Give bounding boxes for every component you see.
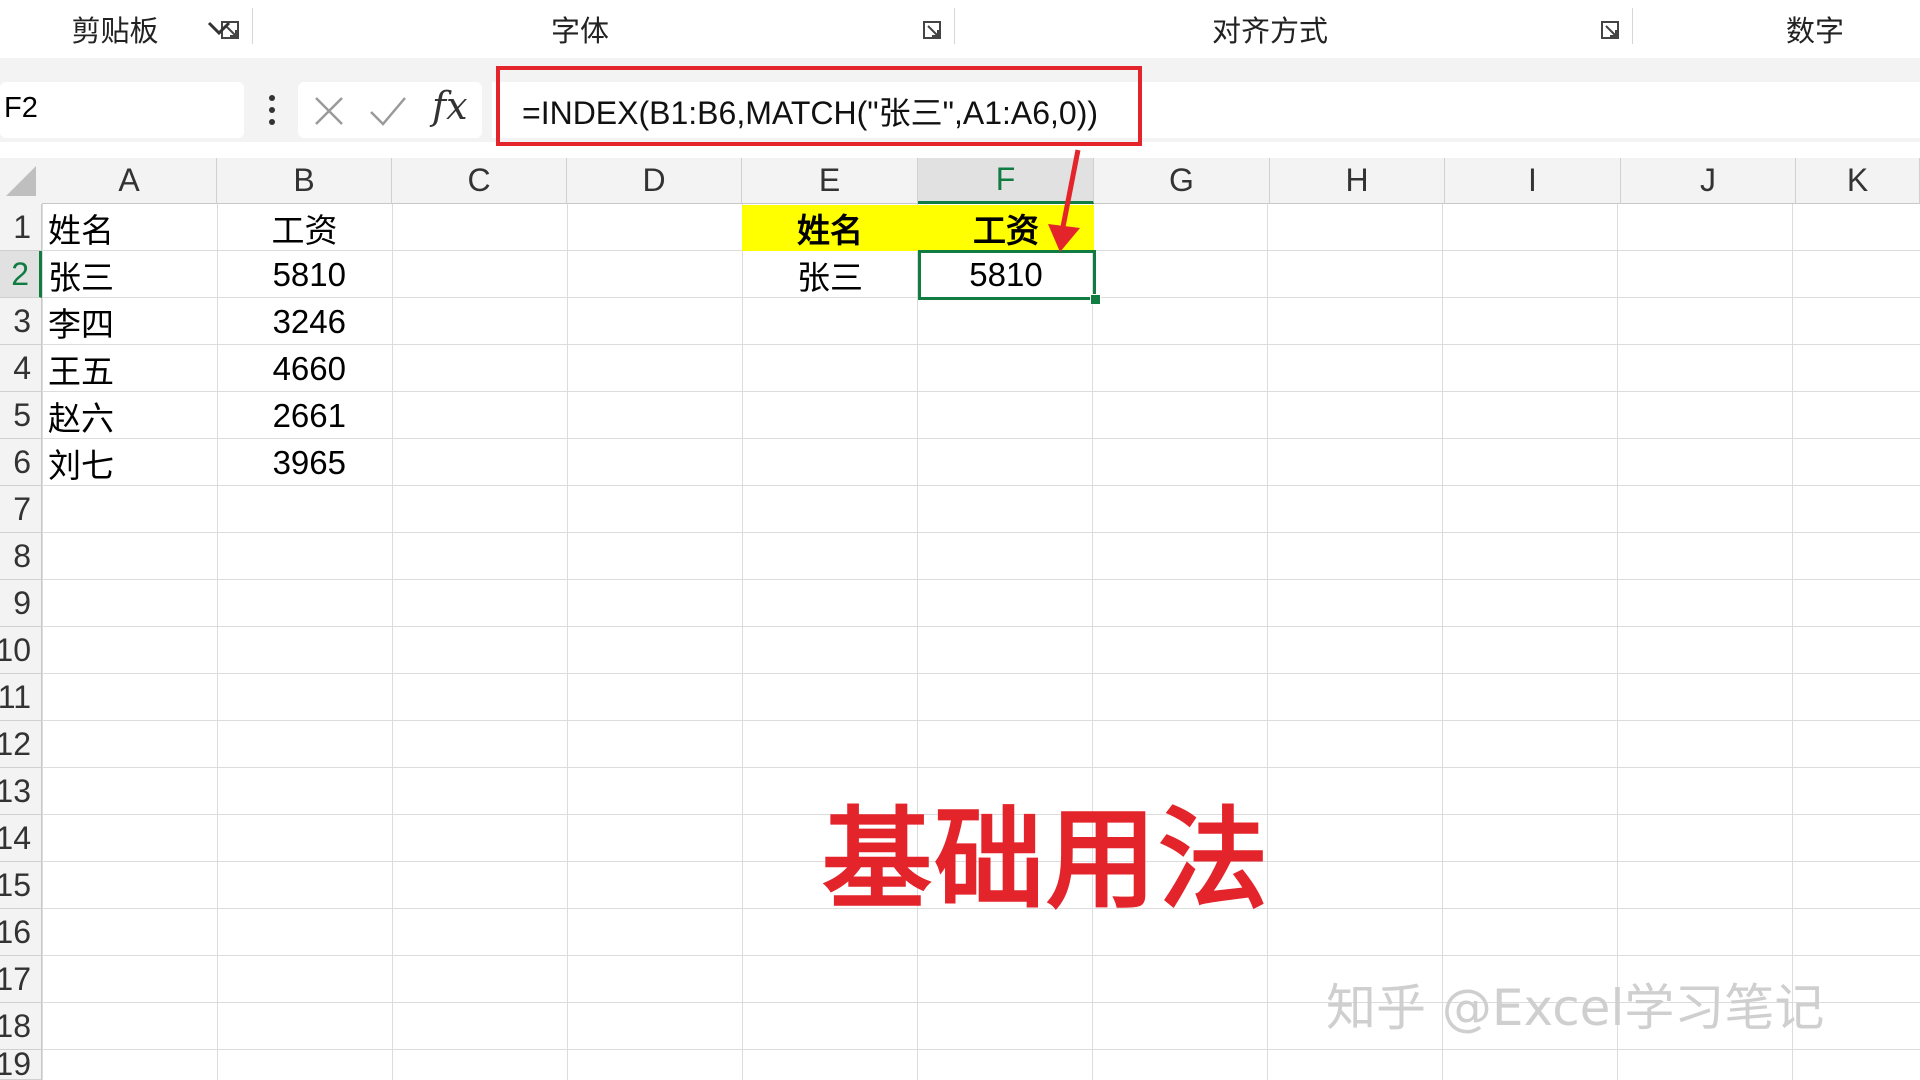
column-label: B — [293, 162, 315, 198]
row-header-10[interactable]: 10 — [0, 627, 42, 674]
row-label: 10 — [0, 631, 31, 668]
group-separator — [1632, 8, 1633, 44]
column-header-c[interactable]: C — [392, 158, 567, 204]
more-options-icon[interactable] — [262, 92, 282, 128]
column-header-d[interactable]: D — [567, 158, 742, 204]
ribbon-group-label: 对齐方式 — [1211, 14, 1328, 48]
row-header-15[interactable]: 15 — [0, 862, 42, 909]
cell-a2[interactable]: 张三 — [42, 251, 217, 298]
column-label: C — [467, 162, 491, 198]
column-header-i[interactable]: I — [1445, 158, 1621, 204]
row-header-12[interactable]: 12 — [0, 721, 42, 768]
row-header-6[interactable]: 6 — [0, 439, 42, 486]
cell-b2[interactable]: 5810 — [217, 251, 392, 298]
column-header-a[interactable]: A — [42, 158, 217, 204]
dialog-launcher-icon[interactable] — [1600, 20, 1622, 42]
row-label: 6 — [13, 443, 31, 480]
row-label: 1 — [13, 208, 31, 245]
caption-title: 基础用法 — [822, 796, 1270, 924]
row-header-8[interactable]: 8 — [0, 533, 42, 580]
column-label: H — [1345, 162, 1369, 198]
cell-a5[interactable]: 赵六 — [42, 392, 217, 439]
row-header-18[interactable]: 18 — [0, 1003, 42, 1050]
ribbon-group-font[interactable]: 字体 — [500, 0, 660, 58]
ribbon-group-clipboard[interactable]: 剪贴板 — [40, 0, 190, 58]
row-header-1[interactable]: 1 — [0, 204, 42, 251]
cell-b4[interactable]: 4660 — [217, 345, 392, 392]
row-header-3[interactable]: 3 — [0, 298, 42, 345]
column-label: K — [1846, 162, 1869, 198]
row-header-7[interactable]: 7 — [0, 486, 42, 533]
cell-a4[interactable]: 王五 — [42, 345, 217, 392]
group-separator — [252, 8, 253, 44]
row-label: 2 — [11, 255, 29, 292]
row-header-19[interactable]: 19 — [0, 1050, 42, 1080]
row-header-5[interactable]: 5 — [0, 392, 42, 439]
watermark: 知乎 @Excel学习笔记 — [1326, 979, 1825, 1037]
column-header-j[interactable]: J — [1621, 158, 1796, 204]
row-header-13[interactable]: 13 — [0, 768, 42, 815]
cell-a1[interactable]: 姓名 — [42, 204, 217, 251]
row-label: 15 — [0, 866, 31, 903]
cell-b1[interactable]: 工资 — [217, 204, 392, 251]
chevron-down-icon[interactable] — [206, 18, 232, 38]
column-label: I — [1528, 162, 1537, 198]
column-header-b[interactable]: B — [217, 158, 392, 204]
row-label: 7 — [13, 490, 31, 527]
row-header-17[interactable]: 17 — [0, 956, 42, 1003]
cell-b6[interactable]: 3965 — [217, 439, 392, 486]
cell-e1[interactable]: 姓名 — [742, 205, 918, 251]
name-box[interactable]: F2 — [0, 82, 244, 138]
row-label: 5 — [13, 396, 31, 433]
ribbon-group-alignment[interactable]: 对齐方式 — [1180, 0, 1360, 58]
column-header-k[interactable]: K — [1796, 158, 1920, 204]
insert-function-icon[interactable]: fx — [432, 84, 468, 128]
cell-e2[interactable]: 张三 — [742, 251, 918, 298]
row-label: 9 — [13, 584, 31, 621]
column-label: E — [818, 162, 841, 198]
cell-a3[interactable]: 李四 — [42, 298, 217, 345]
ribbon-group-number[interactable]: 数字 — [1760, 0, 1870, 58]
row-label: 14 — [0, 819, 31, 856]
row-header-2[interactable]: 2 — [0, 251, 42, 298]
select-all-triangle-icon — [6, 166, 36, 196]
row-header-16[interactable]: 16 — [0, 909, 42, 956]
cell-a6[interactable]: 刘七 — [42, 439, 217, 486]
row-label: 18 — [0, 1007, 31, 1044]
cell-b3[interactable]: 3246 — [217, 298, 392, 345]
row-header-9[interactable]: 9 — [0, 580, 42, 627]
row-header-4[interactable]: 4 — [0, 345, 42, 392]
ribbon-group-label: 字体 — [550, 14, 609, 48]
row-label: 4 — [13, 349, 31, 386]
row-label: 13 — [0, 772, 31, 809]
name-box-value: F2 — [4, 92, 38, 124]
cancel-icon[interactable] — [312, 94, 346, 128]
row-header-11[interactable]: 11 — [0, 674, 42, 721]
column-label: G — [1169, 162, 1194, 198]
column-label: J — [1700, 162, 1716, 198]
dialog-launcher-icon[interactable] — [922, 20, 944, 42]
row-label: 11 — [0, 678, 31, 715]
column-header-h[interactable]: H — [1270, 158, 1445, 204]
formula-highlight-box — [496, 66, 1142, 146]
ribbon: 剪贴板 字体 对齐方式 数字 — [0, 0, 1920, 59]
column-label: F — [995, 161, 1016, 197]
enter-icon[interactable] — [368, 94, 408, 128]
row-label: 12 — [0, 725, 31, 762]
column-label: A — [118, 162, 140, 198]
row-label: 19 — [0, 1050, 31, 1080]
fill-handle[interactable] — [1090, 294, 1101, 305]
column-header-e[interactable]: E — [742, 158, 918, 204]
annotation-arrow-icon — [1048, 149, 1081, 252]
row-label: 8 — [13, 537, 31, 574]
row-label: 16 — [0, 913, 31, 950]
row-label: 17 — [0, 960, 31, 997]
row-label: 3 — [13, 302, 31, 339]
group-separator — [954, 8, 955, 44]
ribbon-group-label: 数字 — [1785, 14, 1844, 48]
ribbon-group-label: 剪贴板 — [71, 14, 159, 48]
row-header-14[interactable]: 14 — [0, 815, 42, 862]
column-label: D — [642, 162, 666, 198]
cell-b5[interactable]: 2661 — [217, 392, 392, 439]
